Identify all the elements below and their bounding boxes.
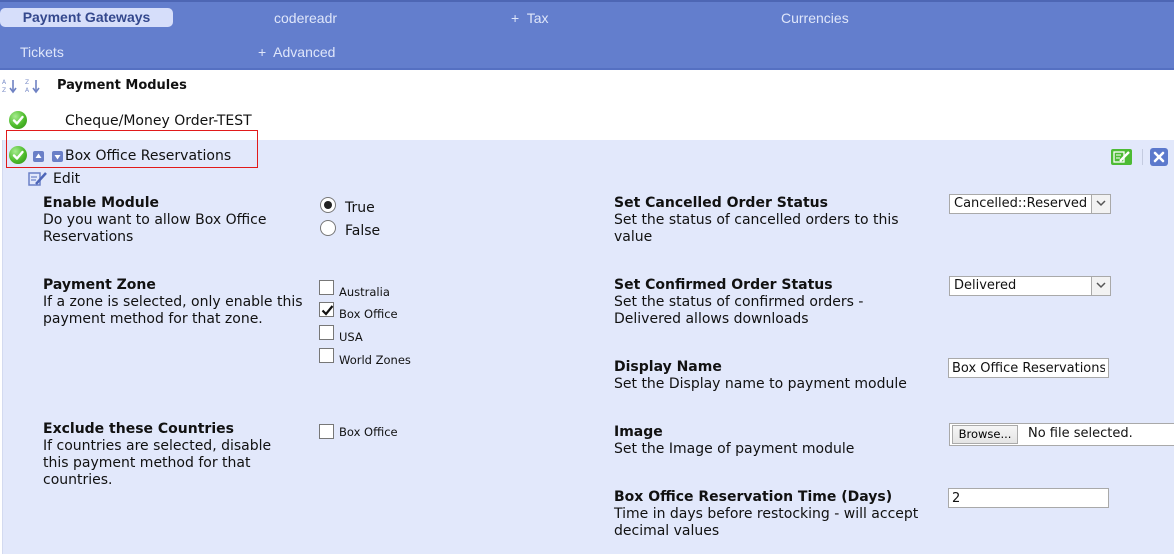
nav-tab-codereadr[interactable]: codereadr	[274, 9, 337, 27]
close-module-button[interactable]	[1150, 148, 1168, 166]
zone-australia-label[interactable]: Australia	[339, 285, 390, 299]
reservation-time-desc: Time in days before restocking - will ac…	[614, 506, 919, 539]
enable-false-label[interactable]: False	[345, 223, 380, 239]
action-divider	[1142, 149, 1143, 165]
image-title: Image	[614, 424, 663, 440]
sort-alpha-asc-icon[interactable]: A Z	[2, 78, 18, 94]
image-desc: Set the Image of payment module	[614, 441, 855, 457]
svg-text:Z: Z	[2, 87, 6, 94]
zone-world-zones-label[interactable]: World Zones	[339, 353, 411, 367]
nav-tab-currencies[interactable]: Currencies	[781, 9, 849, 27]
edit-label: Edit	[53, 171, 81, 187]
cancelled-status-title: Set Cancelled Order Status	[614, 195, 828, 211]
chevron-down-icon[interactable]	[1091, 195, 1110, 213]
move-up-icon[interactable]	[33, 151, 44, 162]
enable-true-radio[interactable]	[320, 197, 336, 213]
svg-text:Z: Z	[25, 79, 29, 86]
enable-false-radio[interactable]	[320, 220, 336, 236]
chevron-down-icon[interactable]	[1091, 277, 1110, 295]
zone-australia-checkbox[interactable]	[319, 280, 334, 295]
confirmed-status-select[interactable]: Delivered	[949, 276, 1111, 296]
nav-tab-advanced[interactable]: + Advanced	[258, 43, 335, 61]
exclude-box-office-label[interactable]: Box Office	[339, 425, 398, 439]
image-file-input[interactable]: Browse... No file selected.	[949, 423, 1174, 446]
payment-modules-heading: Payment Modules	[57, 78, 187, 93]
exclude-countries-desc: If countries are selected, disable this …	[43, 438, 272, 488]
module-box-office-reservations[interactable]: Box Office Reservations	[65, 148, 231, 164]
exclude-countries-title: Exclude these Countries	[43, 421, 234, 437]
cancelled-status-select[interactable]: Cancelled::Reserved	[949, 194, 1111, 214]
enable-true-label[interactable]: True	[345, 200, 375, 216]
enable-module-desc: Do you want to allow Box Office Reservat…	[43, 212, 267, 245]
exclude-box-office-checkbox[interactable]	[319, 424, 334, 439]
display-name-title: Display Name	[614, 359, 722, 375]
nav-tab-tax[interactable]: + Tax	[511, 9, 549, 27]
edit-icon	[28, 171, 48, 191]
zone-usa-label[interactable]: USA	[339, 330, 363, 344]
reservation-time-title: Box Office Reservation Time (Days)	[614, 489, 893, 505]
browse-button[interactable]: Browse...	[952, 425, 1018, 444]
svg-text:A: A	[2, 79, 7, 86]
confirmed-status-value: Delivered	[954, 278, 1017, 293]
svg-text:A: A	[25, 87, 30, 94]
display-name-desc: Set the Display name to payment module	[614, 376, 907, 392]
payment-zone-title: Payment Zone	[43, 277, 156, 293]
display-name-input[interactable]	[948, 358, 1109, 378]
nav-tab-tickets[interactable]: Tickets	[20, 43, 64, 61]
sort-alpha-desc-icon[interactable]: Z A	[25, 78, 41, 94]
nav-tab-payment-gateways[interactable]: Payment Gateways	[0, 8, 173, 27]
enabled-check-icon	[9, 146, 27, 164]
edit-module-button[interactable]	[1111, 149, 1132, 165]
reservation-time-input[interactable]	[948, 488, 1109, 508]
move-down-icon[interactable]	[52, 151, 63, 162]
confirmed-status-title: Set Confirmed Order Status	[614, 277, 833, 293]
enabled-check-icon	[9, 111, 27, 129]
zone-box-office-checkbox[interactable]	[319, 302, 334, 317]
confirmed-status-desc: Set the status of confirmed orders - Del…	[614, 294, 864, 327]
zone-world-zones-checkbox[interactable]	[319, 348, 334, 363]
module-cheque-money-order[interactable]: Cheque/Money Order-TEST	[65, 113, 252, 129]
top-navigation: Payment Gateways codereadr + Tax Currenc…	[0, 0, 1174, 70]
zone-box-office-label[interactable]: Box Office	[339, 307, 398, 321]
payment-zone-desc: If a zone is selected, only enable this …	[43, 294, 303, 327]
cancelled-status-value: Cancelled::Reserved	[954, 196, 1088, 211]
cancelled-status-desc: Set the status of cancelled orders to th…	[614, 212, 899, 245]
file-status-text: No file selected.	[1028, 426, 1133, 441]
zone-usa-checkbox[interactable]	[319, 325, 334, 340]
enable-module-title: Enable Module	[43, 195, 159, 211]
